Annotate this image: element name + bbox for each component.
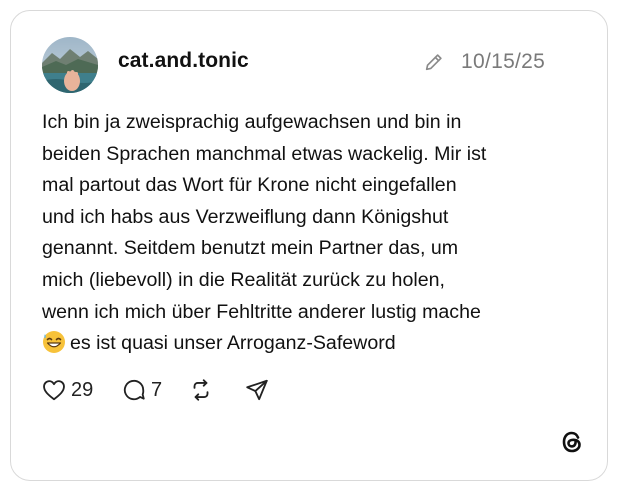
like-count: 29 bbox=[71, 378, 94, 401]
avatar[interactable] bbox=[42, 37, 98, 93]
post-text-line: mal partout das Wort für Krone nicht ein… bbox=[42, 174, 457, 197]
post-text-line: beiden Sprachen manchmal etwas wackelig.… bbox=[42, 142, 487, 165]
like-button[interactable]: 29 bbox=[41, 375, 93, 405]
post-text-line: Ich bin ja zweisprachig aufgewachsen und… bbox=[42, 111, 462, 133]
author-name[interactable]: cat.and.tonic bbox=[118, 49, 249, 73]
repost-icon bbox=[188, 377, 214, 403]
grinning-face-with-sweat-emoji bbox=[42, 330, 66, 354]
pencil-icon bbox=[423, 51, 445, 73]
post-date: 10/15/25 bbox=[461, 50, 546, 73]
share-button[interactable] bbox=[244, 375, 270, 405]
share-icon bbox=[244, 377, 270, 403]
comment-icon bbox=[121, 377, 147, 403]
threads-logo bbox=[558, 428, 586, 456]
post-card: cat.and.tonic 10/15/25 Ich bin ja zweisp… bbox=[10, 10, 608, 481]
reply-count: 7 bbox=[151, 378, 163, 401]
post-text-line: und ich habs aus Verzweiflung dann König… bbox=[42, 205, 449, 228]
post-body: Ich bin ja zweisprachig aufgewachsen und… bbox=[42, 107, 582, 360]
post-text-line: genannt. Seitdem benutzt mein Partner da… bbox=[42, 237, 459, 260]
heart-icon bbox=[41, 377, 67, 403]
post-text-line: mich (liebevoll) in die Realität zurück … bbox=[42, 268, 445, 291]
post-text-line: es ist quasi unser Arroganz-Safeword bbox=[70, 332, 396, 355]
post-text-line-last: es ist quasi unser Arroganz-Safeword bbox=[42, 328, 582, 360]
repost-button[interactable] bbox=[188, 375, 214, 405]
reply-button[interactable]: 7 bbox=[121, 375, 162, 405]
post-text-line: wenn ich mich über Fehltritte anderer lu… bbox=[42, 300, 481, 323]
